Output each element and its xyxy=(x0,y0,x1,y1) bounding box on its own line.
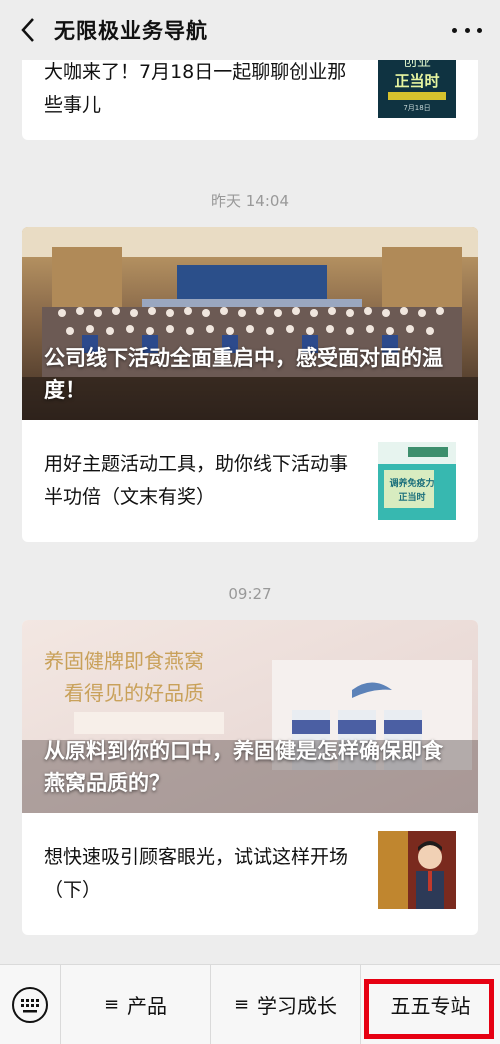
article-thumbnail xyxy=(378,831,456,909)
keyboard-icon xyxy=(12,986,48,1023)
article-title[interactable]: 用好主题活动工具，助你线下活动事半功倍（文末有奖） xyxy=(44,448,359,514)
timestamp: 09:27 xyxy=(228,585,272,603)
menu-item-label: 学习成长 xyxy=(257,994,338,1018)
svg-text:正当时: 正当时 xyxy=(398,491,425,503)
svg-text:7月18日: 7月18日 xyxy=(403,104,430,112)
bottom-menu: ≡ 产品 ≡ 学习成长 五五专站 xyxy=(0,964,500,1044)
menu-item-learning[interactable]: ≡ 学习成长 xyxy=(210,964,360,1044)
account-title: 无限极业务导航 xyxy=(54,19,208,43)
article-thumbnail: 创业 正当时 7月18日 xyxy=(378,60,456,118)
article-group[interactable]: 公司线下活动全面重启中，感受面对面的温度！ 用好主题活动工具，助你线下活动事半功… xyxy=(22,227,478,542)
svg-text:调养免疫力: 调养免疫力 xyxy=(389,477,434,489)
svg-text:正当时: 正当时 xyxy=(394,72,439,90)
cover-title[interactable]: 从原料到你的口中，养固健是怎样确保即食燕窝品质的？ xyxy=(44,735,458,799)
article-title[interactable]: 想快速吸引顾客眼光，试试这样开场（下） xyxy=(44,841,359,907)
menu-list-icon: ≡ xyxy=(103,994,120,1015)
more-options-icon[interactable] xyxy=(452,18,482,42)
svg-text:养固健牌即食燕窝: 养固健牌即食燕窝 xyxy=(44,649,204,673)
cover-image[interactable]: 养固健牌即食燕窝 看得见的好品质 从原料到你的口中，养固健是怎样确保即食燕窝品质… xyxy=(22,620,478,813)
article-card[interactable]: 大咖来了！7月18日一起聊聊创业那些事儿 创业 正当时 7月18日 xyxy=(22,60,478,140)
menu-item-products[interactable]: ≡ 产品 xyxy=(60,964,210,1044)
svg-text:创业: 创业 xyxy=(403,60,431,70)
cover-title[interactable]: 公司线下活动全面重启中，感受面对面的温度！ xyxy=(44,342,458,406)
navigation-bar: 无限极业务导航 xyxy=(0,0,500,60)
highlight-annotation xyxy=(364,979,494,1039)
message-feed[interactable]: 大咖来了！7月18日一起聊聊创业那些事儿 创业 正当时 7月18日 昨天 14:… xyxy=(0,60,500,964)
timestamp: 昨天 14:04 xyxy=(211,192,289,210)
article-group[interactable]: 养固健牌即食燕窝 看得见的好品质 从原料到你的口中，养固健是怎样确保即食燕窝品质… xyxy=(22,620,478,935)
cover-image[interactable]: 公司线下活动全面重启中，感受面对面的温度！ xyxy=(22,227,478,420)
back-arrow-icon[interactable] xyxy=(8,0,48,60)
keyboard-toggle-button[interactable] xyxy=(0,965,60,1044)
article-thumbnail: 调养免疫力 正当时 xyxy=(378,442,456,520)
menu-item-label: 产品 xyxy=(127,994,168,1018)
menu-list-icon: ≡ xyxy=(233,994,250,1015)
article-title[interactable]: 大咖来了！7月18日一起聊聊创业那些事儿 xyxy=(44,60,359,122)
svg-text:看得见的好品质: 看得见的好品质 xyxy=(64,681,204,705)
